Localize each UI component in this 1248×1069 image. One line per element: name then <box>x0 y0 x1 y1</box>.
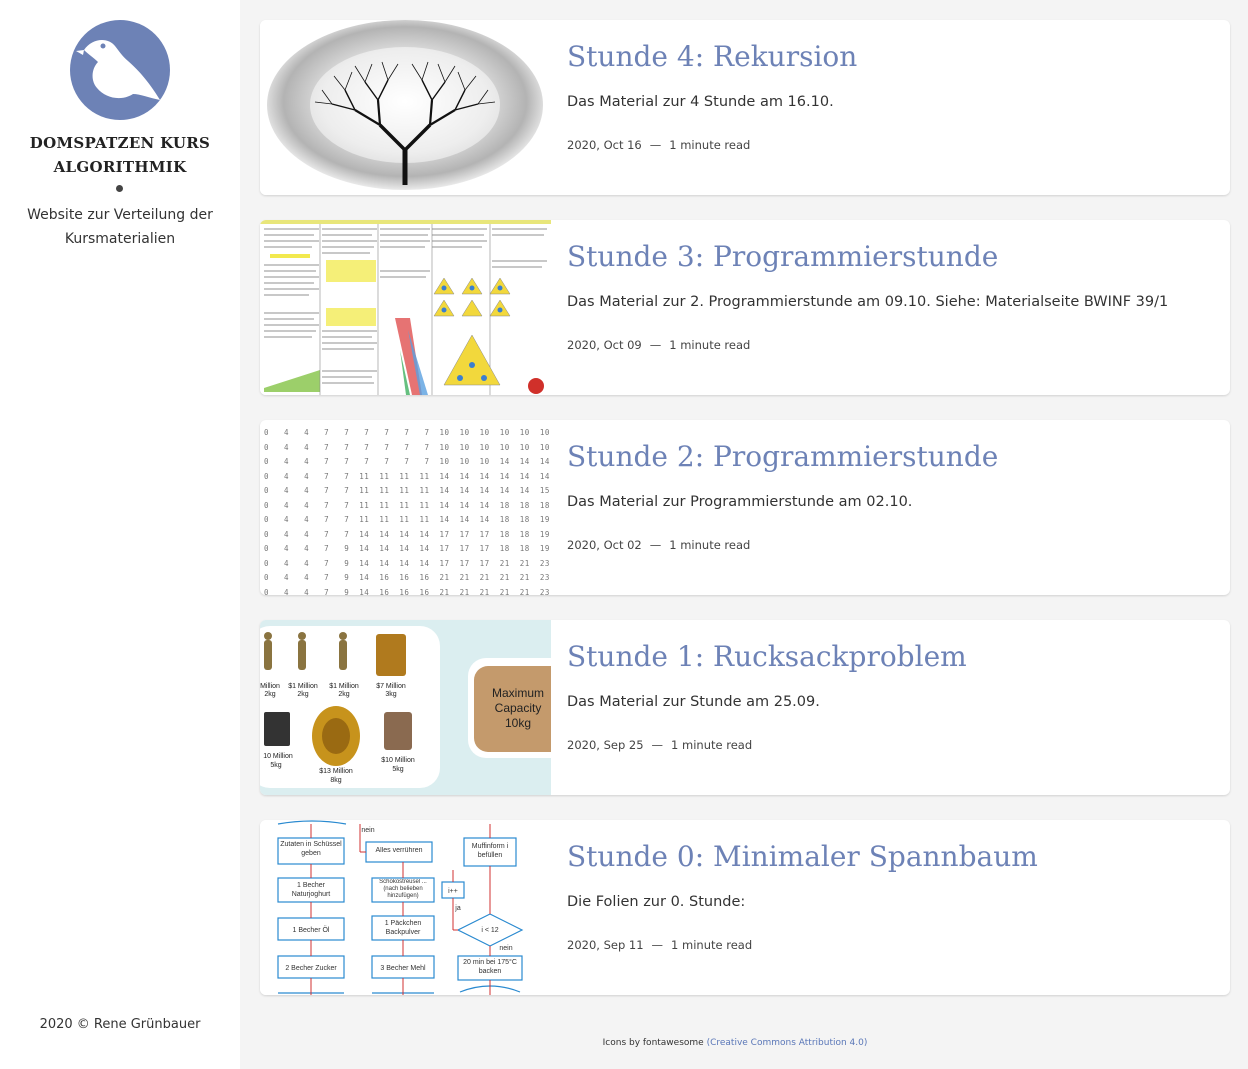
post-card[interactable]: Stunde 3: Programmierstunde Das Material… <box>260 220 1230 395</box>
post-excerpt: Das Material zur Stunde am 25.09. <box>567 694 820 710</box>
footer: Icons by fontawesome (Creative Commons A… <box>240 1038 1230 1048</box>
post-title[interactable]: Stunde 3: Programmierstunde <box>567 240 998 273</box>
fractal-tree-image[interactable] <box>260 20 551 195</box>
treasure-value: $10 Million <box>381 757 415 764</box>
bird-icon <box>76 40 160 100</box>
flowchart-node: 1 Becher Naturjoghurt <box>291 882 331 898</box>
title-divider-dot <box>116 185 123 192</box>
treasure-weight: 3kg <box>385 691 396 698</box>
flowchart-node: Schokostreusel ... (nach belieben hinzuf… <box>379 879 427 899</box>
meta-separator: — <box>649 538 662 552</box>
number-table-image[interactable]: 0 4 4 7 7 7 7 7 7 10 10 10 10 10 10 10 0… <box>260 420 551 595</box>
post-meta: 2020, Oct 16 — 1 minute read <box>567 138 750 152</box>
read-time: 1 minute read <box>669 138 751 152</box>
capacity-label: Maximum Capacity 10kg <box>491 686 544 730</box>
treasure-value: $1 Million <box>288 683 318 690</box>
post-card[interactable]: 0 4 4 7 7 7 7 7 7 10 10 10 10 10 10 10 0… <box>260 420 1230 595</box>
site-description: Website zur Verteilung der Kursmateriali… <box>27 207 213 247</box>
post-card[interactable]: Stunde 4: Rekursion Das Material zur 4 S… <box>260 20 1230 195</box>
post-date: 2020, Oct 09 <box>567 338 642 352</box>
flowchart-label: nein <box>499 945 512 952</box>
flowchart-node: 20 min bei 175°C backen <box>463 959 517 975</box>
flowchart-label: ja <box>454 905 461 912</box>
flowchart-node: Zutaten in Schüssel geben <box>280 841 342 857</box>
post-meta: 2020, Oct 02 — 1 minute read <box>567 538 750 552</box>
post-card[interactable]: Zutaten in Schüssel geben Alles verrühre… <box>260 820 1230 995</box>
sidebar: DOMSPATZEN KURS ALGORITHMIK Website zur … <box>0 0 240 1069</box>
meta-separator: — <box>651 938 664 952</box>
site-title-line1: DOMSPATZEN KURS <box>29 134 211 152</box>
flowchart-node: Muffinform i befüllen <box>471 843 509 859</box>
worksheet-image[interactable] <box>260 220 551 395</box>
flowchart-node: 1 Päckchen Backpulver <box>384 920 422 936</box>
post-date: 2020, Sep 25 <box>567 738 644 752</box>
knapsack-image[interactable]: Million 2kg $1 Million 2kg $1 Million 2k… <box>260 620 551 795</box>
treasure-value: $1 Million <box>329 683 359 690</box>
post-title[interactable]: Stunde 4: Rekursion <box>567 40 857 73</box>
post-title[interactable]: Stunde 1: Rucksackproblem <box>567 640 967 673</box>
post-meta: 2020, Oct 09 — 1 minute read <box>567 338 750 352</box>
post-date: 2020, Oct 16 <box>567 138 642 152</box>
read-time: 1 minute read <box>671 738 753 752</box>
treasure-weight: 5kg <box>270 762 281 769</box>
read-time: 1 minute read <box>669 338 751 352</box>
flowchart-node: Alles verrühren <box>375 847 423 854</box>
post-meta: 2020, Sep 11 — 1 minute read <box>567 938 752 952</box>
post-excerpt: Das Material zur 2. Programmierstunde am… <box>567 294 1169 310</box>
post-card[interactable]: Million 2kg $1 Million 2kg $1 Million 2k… <box>260 620 1230 795</box>
flowchart-node: 2 Becher Zucker <box>285 965 337 972</box>
treasure-value: 10 Million <box>263 753 293 760</box>
flowchart-node: i < 12 <box>481 927 498 934</box>
treasure-value: Million <box>260 683 280 690</box>
meta-separator: — <box>651 738 664 752</box>
meta-separator: — <box>649 138 662 152</box>
treasure-weight: 5kg <box>392 766 403 773</box>
treasure-value: $7 Million <box>376 683 406 690</box>
read-time: 1 minute read <box>669 538 751 552</box>
footer-text: Icons by fontawesome <box>602 1038 707 1048</box>
meta-separator: — <box>649 338 662 352</box>
treasure-weight: 2kg <box>297 691 308 698</box>
post-excerpt: Die Folien zur 0. Stunde: <box>567 894 746 910</box>
post-date: 2020, Oct 02 <box>567 538 642 552</box>
post-excerpt: Das Material zur 4 Stunde am 16.10. <box>567 94 834 110</box>
site-logo[interactable] <box>70 20 170 120</box>
post-title[interactable]: Stunde 0: Minimaler Spannbaum <box>567 840 1038 873</box>
flowchart-node: i++ <box>448 888 458 895</box>
site-title-line2: ALGORITHMIK <box>53 158 187 176</box>
flowchart-node: 1 Becher Öl <box>293 926 330 934</box>
flowchart-image[interactable]: Zutaten in Schüssel geben Alles verrühre… <box>260 820 551 995</box>
license-link[interactable]: (Creative Commons Attribution 4.0) <box>707 1038 868 1048</box>
treasure-weight: 2kg <box>264 691 275 698</box>
treasure-value: $13 Million <box>319 768 353 775</box>
flowchart-label: nein <box>361 827 374 834</box>
flowchart-node: 3 Becher Mehl <box>380 965 426 972</box>
site-title[interactable]: DOMSPATZEN KURS ALGORITHMIK <box>0 131 240 179</box>
post-excerpt: Das Material zur Programmierstunde am 02… <box>567 494 913 510</box>
post-meta: 2020, Sep 25 — 1 minute read <box>567 738 752 752</box>
main-content: Stunde 4: Rekursion Das Material zur 4 S… <box>240 0 1248 1069</box>
post-date: 2020, Sep 11 <box>567 938 644 952</box>
treasure-weight: 8kg <box>330 777 341 784</box>
read-time: 1 minute read <box>671 938 753 952</box>
treasure-weight: 2kg <box>338 691 349 698</box>
post-title[interactable]: Stunde 2: Programmierstunde <box>567 440 998 473</box>
copyright: 2020 © Rene Grünbauer <box>39 1017 201 1032</box>
